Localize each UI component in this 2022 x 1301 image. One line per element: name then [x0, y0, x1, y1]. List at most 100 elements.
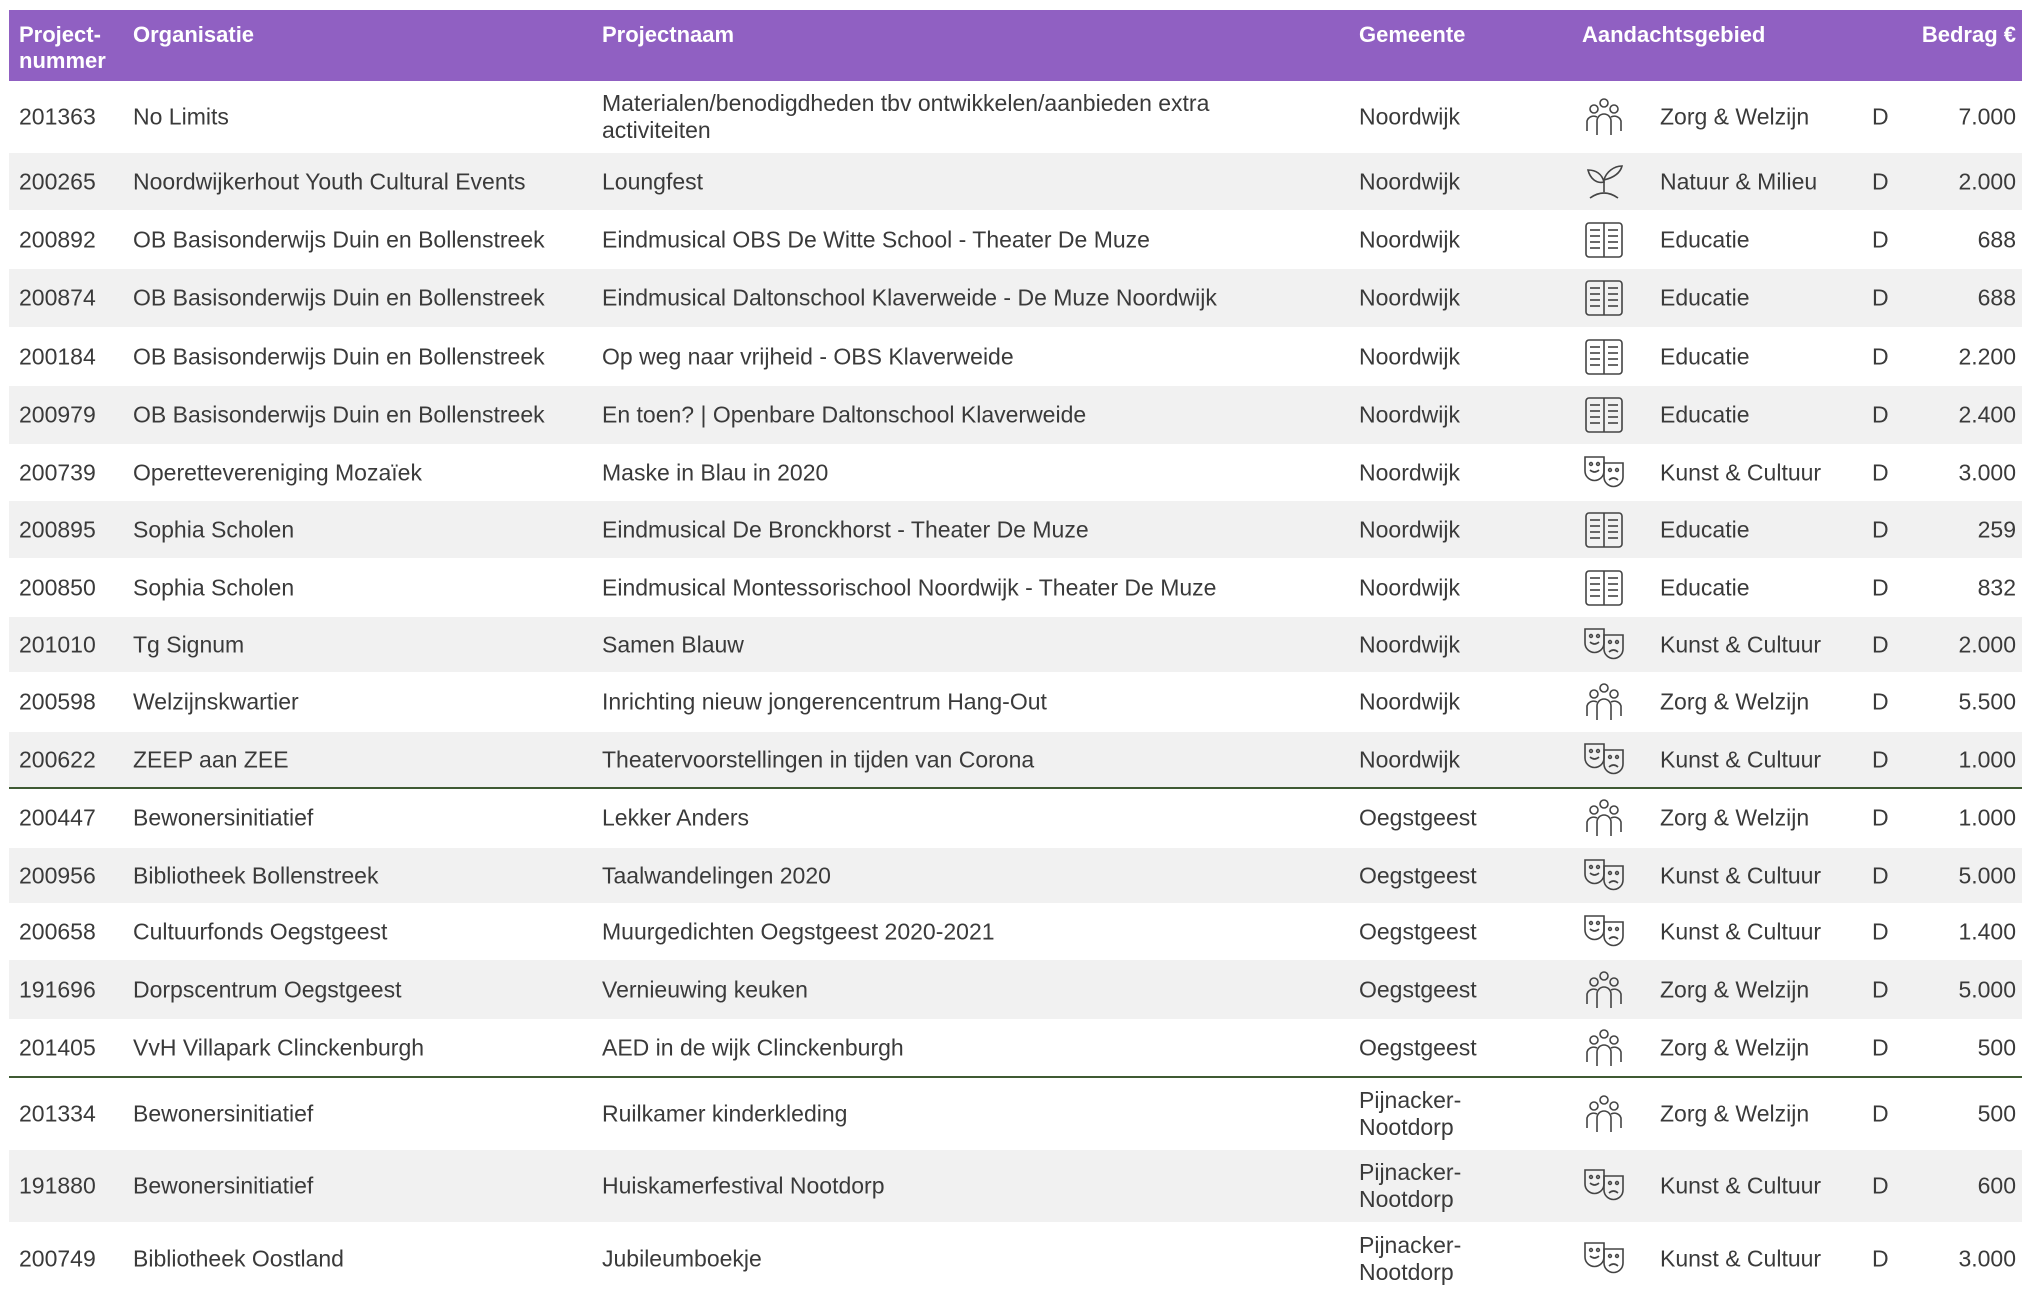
organisation: OB Basisonderwijs Duin en Bollenstreek — [133, 343, 545, 369]
organisation: OB Basisonderwijs Duin en Bollenstreek — [133, 401, 545, 428]
table-row: 200184 OB Basisonderwijs Duin en Bollenst… — [9, 328, 2022, 386]
type-code: D — [1872, 804, 1889, 831]
municipality: Oegstgeest — [1359, 918, 1477, 944]
project-number: 200622 — [19, 746, 96, 772]
table-row: 200850 Sophia Scholen Eindmusical Montesso… — [9, 559, 2022, 617]
table-row: 201363 No Limits Materialen/benodigdheden … — [9, 81, 2022, 153]
project-name: Loungfest — [602, 168, 704, 194]
focus-area: Kunst & Cultuur — [1660, 1172, 1822, 1199]
municipality: Oegstgeest — [1359, 804, 1477, 831]
project-number: 200265 — [19, 168, 96, 194]
projects-table: Project- nummer Organisatie Projectnaam … — [9, 10, 2022, 1296]
project-name: Eindmusical Montessorischool Noordwijk -… — [602, 574, 1217, 600]
table-row: 201010 Tg Signum Samen Blauw Noordwijk Kunst… — [9, 617, 2022, 673]
theater-masks-icon — [1582, 625, 1626, 665]
project-name: Huiskamerfestival Nootdorp — [602, 1172, 885, 1199]
municipality: Pijnacker-Nootdorp — [1359, 1232, 1462, 1285]
focus-area: Zorg & Welzijn — [1660, 1100, 1810, 1126]
project-name: Taalwandelingen 2020 — [602, 862, 831, 888]
table-row: 201334 Bewonersinitiatief Ruilkamer kinder… — [9, 1078, 2022, 1150]
focus-area: Kunst & Cultuur — [1660, 862, 1822, 888]
focus-area: Educatie — [1660, 226, 1750, 252]
table-row: 200895 Sophia Scholen Eindmusical De Bronc… — [9, 501, 2022, 559]
type-code: D — [1872, 1245, 1889, 1272]
type-code: D — [1872, 862, 1889, 888]
organisation: Sophia Scholen — [133, 516, 295, 542]
project-number: 200447 — [19, 804, 96, 831]
organisation: Cultuurfonds Oegstgeest — [133, 918, 388, 944]
project-name: En toen? | Openbare Daltonschool Klaverw… — [602, 401, 1087, 428]
amount: 1.000 — [1958, 746, 2016, 772]
project-number: 200850 — [19, 574, 96, 600]
municipality: Oegstgeest — [1359, 976, 1477, 1002]
table-row: 200979 OB Basisonderwijs Duin en Bollenst… — [9, 386, 2022, 445]
project-name: Inrichting nieuw jongerencentrum Hang-Ou… — [602, 688, 1047, 715]
theater-masks-icon — [1582, 1239, 1626, 1279]
project-name: Lekker Anders — [602, 804, 750, 831]
project-number: 201334 — [19, 1100, 96, 1126]
people-icon — [1582, 97, 1626, 137]
type-code: D — [1872, 631, 1889, 657]
people-icon — [1582, 970, 1626, 1010]
type-code: D — [1872, 516, 1889, 542]
amount: 2.000 — [1958, 168, 2016, 194]
book-icon — [1582, 278, 1626, 318]
focus-area: Educatie — [1660, 516, 1750, 542]
focus-area: Zorg & Welzijn — [1660, 976, 1810, 1002]
focus-area: Zorg & Welzijn — [1660, 688, 1810, 715]
organisation: Tg Signum — [133, 631, 245, 657]
table-row: 200892 OB Basisonderwijs Duin en Bollenst… — [9, 211, 2022, 269]
project-number: 201363 — [19, 103, 96, 129]
book-icon — [1582, 568, 1626, 608]
project-name: Muurgedichten Oegstgeest 2020-2021 — [602, 918, 995, 944]
project-number: 200874 — [19, 284, 96, 311]
municipality: Noordwijk — [1359, 401, 1460, 428]
book-icon — [1582, 395, 1626, 435]
project-name: Eindmusical OBS De Witte School - Theate… — [602, 226, 1150, 252]
organisation: Welzijnskwartier — [133, 688, 299, 715]
header-focus-area: Aandachtsgebied — [1582, 22, 1766, 47]
amount: 5.500 — [1958, 688, 2016, 715]
amount: 688 — [1977, 284, 2016, 311]
project-number: 200184 — [19, 343, 96, 369]
municipality: Noordwijk — [1359, 168, 1460, 194]
focus-area: Zorg & Welzijn — [1660, 1034, 1810, 1061]
organisation: ZEEP aan ZEE — [133, 746, 289, 772]
municipality: Noordwijk — [1359, 343, 1460, 369]
amount: 2.000 — [1958, 631, 2016, 657]
project-name: Eindmusical De Bronckhorst - Theater De … — [602, 516, 1089, 542]
people-icon — [1582, 1094, 1626, 1134]
type-code: D — [1872, 459, 1889, 485]
table-row: 191880 Bewonersinitiatief Huiskamerfestiva… — [9, 1150, 2022, 1223]
focus-area: Educatie — [1660, 401, 1750, 428]
organisation: No Limits — [133, 103, 229, 129]
project-name: Op weg naar vrijheid - OBS Klaverweide — [602, 343, 1014, 369]
focus-area: Kunst & Cultuur — [1660, 918, 1822, 944]
project-number: 200895 — [19, 516, 96, 542]
type-code: D — [1872, 226, 1889, 252]
table-row: 200874 OB Basisonderwijs Duin en Bollenst… — [9, 269, 2022, 328]
amount: 600 — [1977, 1172, 2016, 1199]
organisation: Noordwijkerhout Youth Cultural Events — [133, 168, 526, 194]
table-row: 200739 Operettevereniging Mozaïek Maske in… — [9, 445, 2022, 501]
table-row: 200447 Bewonersinitiatief Lekker Anders Oeg… — [9, 789, 2022, 848]
theater-masks-icon — [1582, 856, 1626, 896]
table-row: 200749 Bibliotheek Oostland Jubileumboekje… — [9, 1223, 2022, 1296]
project-number: 200892 — [19, 226, 96, 252]
organisation: Bibliotheek Bollenstreek — [133, 862, 379, 888]
project-number: 200658 — [19, 918, 96, 944]
table-body: 201363 No Limits Materialen/benodigdheden … — [9, 81, 2022, 1296]
project-name: Samen Blauw — [602, 631, 744, 657]
organisation: Operettevereniging Mozaïek — [133, 459, 422, 485]
type-code: D — [1872, 1100, 1889, 1126]
type-code: D — [1872, 1172, 1889, 1199]
project-number: 201010 — [19, 631, 96, 657]
project-number: 191880 — [19, 1172, 96, 1199]
organisation: Sophia Scholen — [133, 574, 295, 600]
amount: 1.400 — [1958, 918, 2016, 944]
amount: 5.000 — [1958, 976, 2016, 1002]
municipality: Noordwijk — [1359, 103, 1460, 129]
type-code: D — [1872, 688, 1889, 715]
header-amount: Bedrag € — [1921, 22, 2016, 47]
organisation: Bewonersinitiatief — [133, 1172, 314, 1199]
